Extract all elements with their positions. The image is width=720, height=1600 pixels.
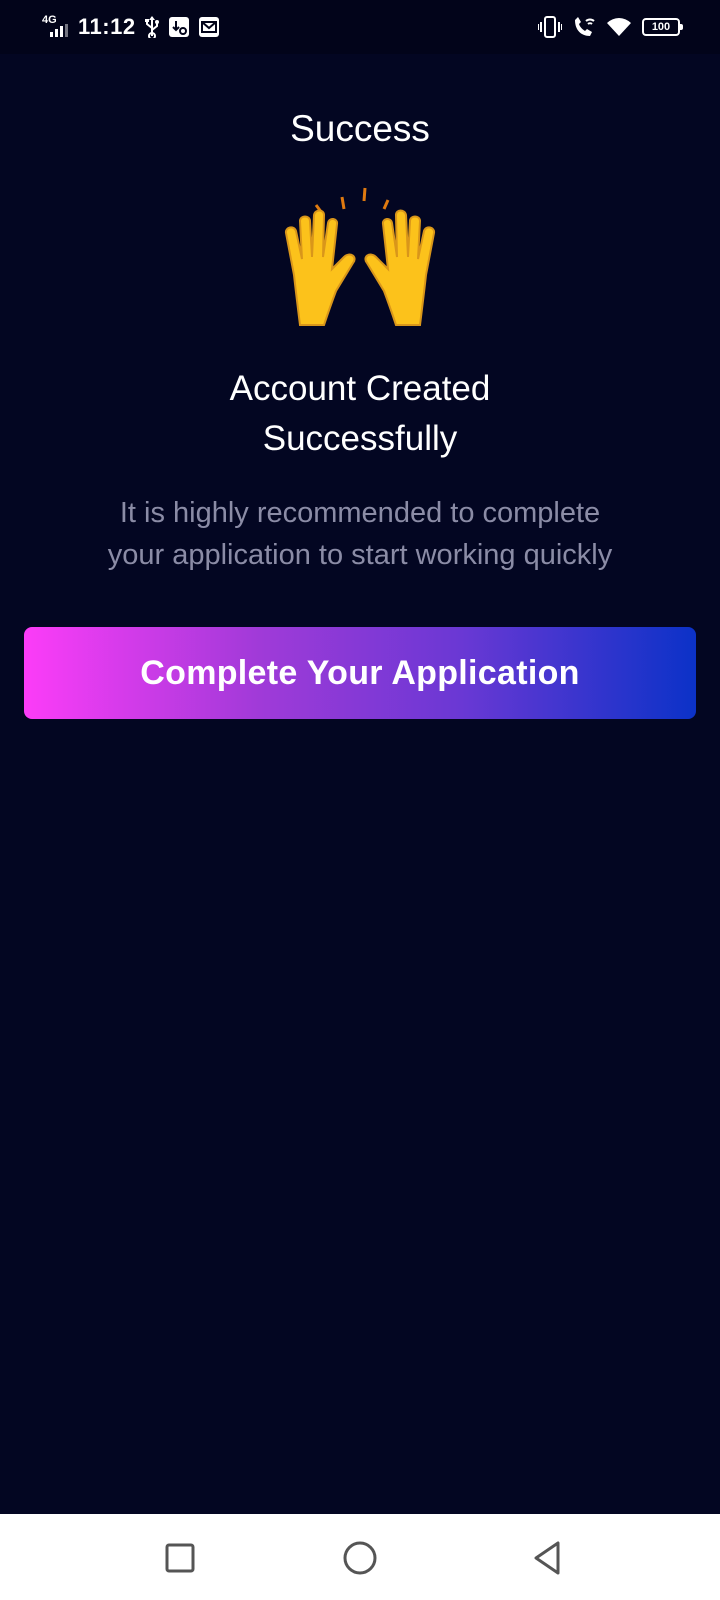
success-headline: Account Created Successfully [110, 364, 610, 464]
status-bar-right: 100 [538, 14, 683, 40]
status-bar-left: 4G 11:12 [42, 14, 220, 40]
subtext-line-2: your application to start working quickl… [107, 539, 613, 571]
navigation-bar [0, 1514, 720, 1600]
status-bar: 4G 11:12 100 [0, 0, 720, 54]
battery-level: 100 [651, 21, 671, 33]
mail-icon [198, 16, 220, 38]
raising-hands-icon [280, 185, 440, 335]
cellular-signal-icon: 4G [42, 15, 70, 39]
vibrate-icon [538, 16, 562, 38]
clock: 11:12 [78, 14, 136, 39]
battery-icon: 100 [642, 18, 683, 36]
recent-apps-icon[interactable] [156, 1534, 204, 1582]
wifi-icon [606, 16, 632, 38]
download-icon [168, 16, 190, 38]
back-icon[interactable] [524, 1534, 572, 1582]
headline-line-2: Successfully [262, 419, 458, 458]
home-icon[interactable] [336, 1534, 384, 1582]
page-title: Success [290, 108, 430, 149]
screen: 4G 11:12 100 Success Account Created Suc… [0, 0, 720, 1600]
recommendation-text: It is highly recommended to complete you… [50, 492, 670, 576]
wifi-call-icon [572, 16, 596, 38]
subtext-line-1: It is highly recommended to complete [119, 497, 601, 529]
usb-icon [144, 16, 160, 38]
complete-application-button[interactable]: Complete Your Application [24, 627, 696, 719]
headline-line-1: Account Created [229, 369, 491, 408]
